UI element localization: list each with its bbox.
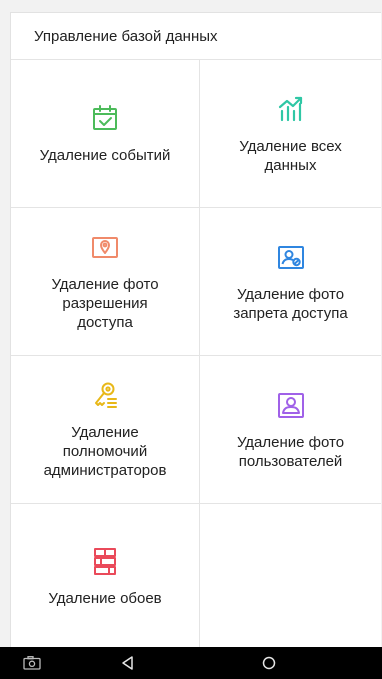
tile-label: Удаление событий: [39, 147, 171, 164]
home-icon[interactable]: [257, 647, 281, 679]
delete-access-allowed-photos-tile[interactable]: Удаление фото разрешения доступа: [11, 208, 200, 356]
delete-wallpapers-tile[interactable]: Удаление обоев: [11, 504, 200, 650]
photo-person-block-icon: [275, 241, 307, 273]
screenshot-icon[interactable]: [20, 647, 44, 679]
delete-user-photos-tile[interactable]: Удаление фото пользователей: [200, 356, 381, 504]
delete-events-tile[interactable]: Удаление событий: [11, 60, 200, 208]
calendar-check-icon: [89, 102, 121, 134]
tile-grid: Удаление событий Удаление всех данных Уд…: [11, 60, 381, 650]
wallpaper-icon: [89, 545, 121, 577]
page-title: Управление базой данных: [11, 13, 381, 60]
delete-admin-permissions-tile[interactable]: Удаление полномочий администраторов: [11, 356, 200, 504]
system-navigation-bar: [0, 647, 382, 679]
admin-key-icon: [89, 379, 121, 411]
tile-label: Удаление полномочий администраторов: [43, 424, 167, 479]
user-photo-icon: [275, 389, 307, 421]
chart-growth-icon: [275, 93, 307, 125]
photo-location-icon: [89, 231, 121, 263]
delete-access-denied-photos-tile[interactable]: Удаление фото запрета доступа: [200, 208, 381, 356]
back-icon[interactable]: [116, 647, 140, 679]
tile-label: Удаление всех данных: [239, 137, 342, 174]
tile-label: Удаление фото пользователей: [236, 433, 345, 470]
tile-label: Удаление фото запрета доступа: [233, 285, 348, 322]
screen: Управление базой данных Удаление событий: [0, 0, 382, 679]
database-management-panel: Управление базой данных Удаление событий: [10, 12, 381, 650]
delete-all-data-tile[interactable]: Удаление всех данных: [200, 60, 381, 208]
empty-grid-cell: [200, 504, 381, 650]
tile-label: Удаление фото разрешения доступа: [51, 276, 159, 331]
tile-label: Удаление обоев: [48, 590, 162, 607]
